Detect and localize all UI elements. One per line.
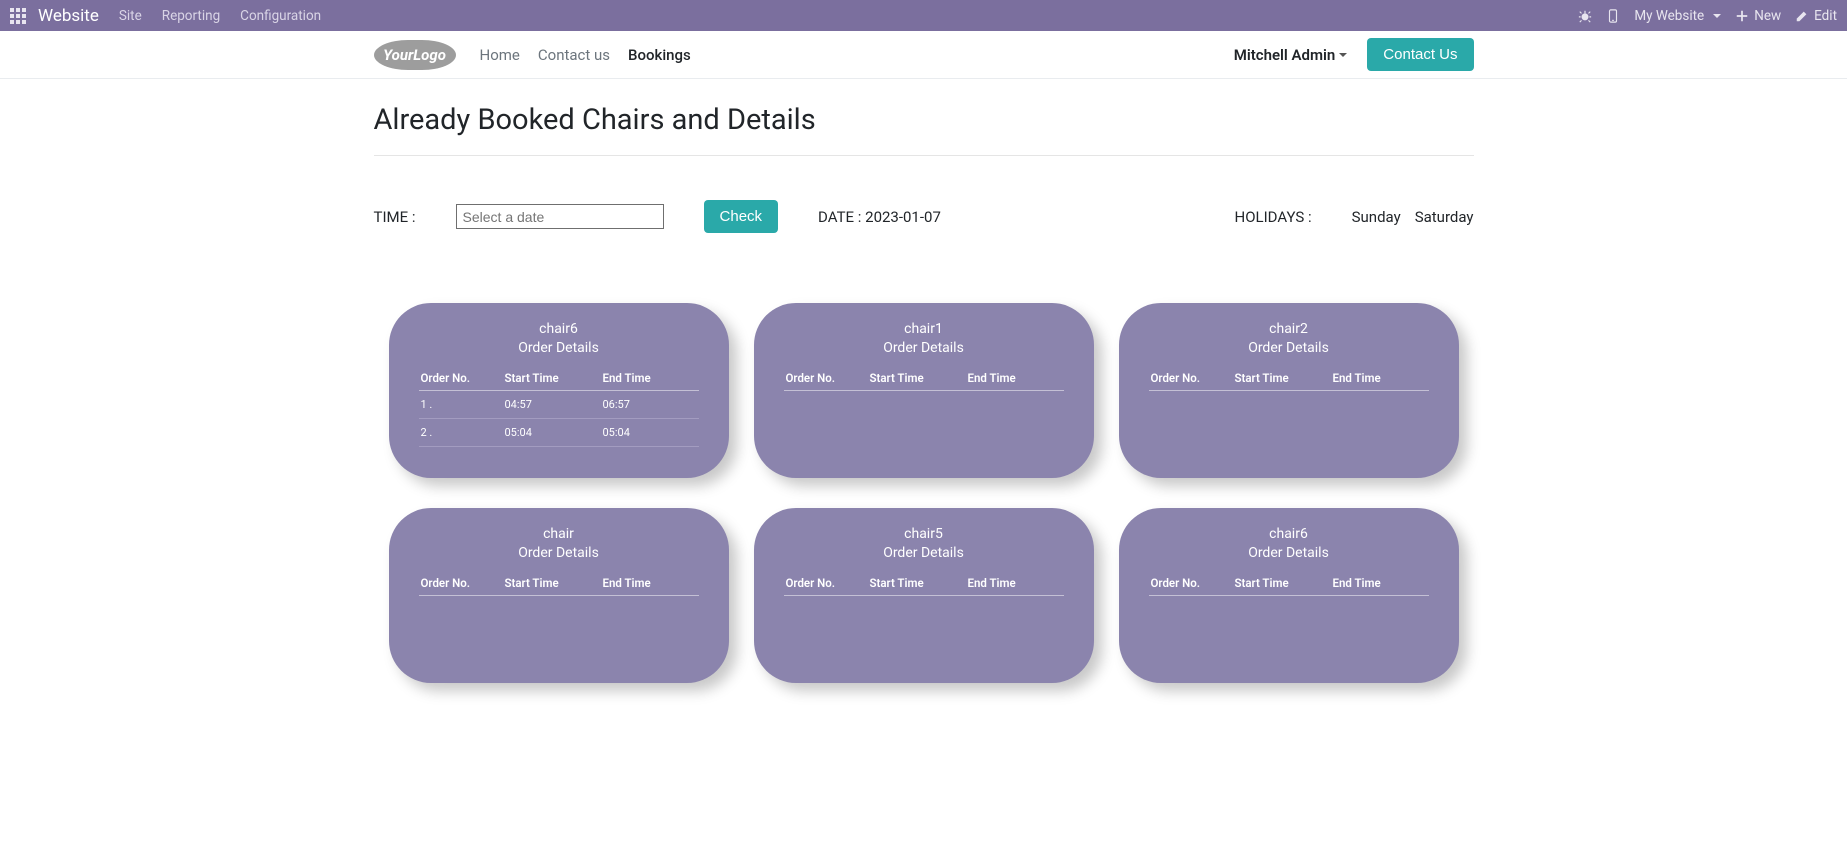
caret-down-icon	[1713, 14, 1721, 18]
chair-name: chair5	[784, 526, 1064, 542]
col-start-time: Start Time	[868, 571, 966, 596]
holiday-item: Sunday	[1352, 208, 1401, 226]
chair-name: chair6	[419, 321, 699, 337]
new-label: New	[1754, 8, 1781, 24]
col-end-time: End Time	[1331, 571, 1429, 596]
col-start-time: Start Time	[1233, 571, 1331, 596]
my-website-label: My Website	[1634, 8, 1704, 24]
order-details-label: Order Details	[1149, 545, 1429, 561]
page-content: Already Booked Chairs and Details TIME :…	[374, 79, 1474, 683]
topbar: Website Site Reporting Configuration My …	[0, 0, 1847, 31]
user-dropdown[interactable]: Mitchell Admin	[1234, 46, 1348, 64]
col-order-no: Order No.	[419, 571, 503, 596]
col-order-no: Order No.	[1149, 366, 1233, 391]
chair-card: chair Order Details Order No. Start Time…	[389, 508, 729, 683]
order-no-cell: 1 .	[419, 391, 503, 419]
col-start-time: Start Time	[503, 366, 601, 391]
filter-row: TIME : Check DATE : 2023-01-07 HOLIDAYS …	[374, 200, 1474, 233]
col-start-time: Start Time	[503, 571, 601, 596]
chair-name: chair	[419, 526, 699, 542]
col-order-no: Order No.	[419, 366, 503, 391]
contact-us-button[interactable]: Contact Us	[1367, 38, 1473, 71]
chair-name: chair6	[1149, 526, 1429, 542]
date-value: 2023-01-07	[865, 208, 941, 226]
check-button[interactable]: Check	[704, 200, 779, 233]
order-table: Order No. Start Time End Time	[1149, 571, 1429, 596]
col-end-time: End Time	[601, 366, 699, 391]
time-label: TIME :	[374, 208, 416, 226]
my-website-dropdown[interactable]: My Website	[1634, 8, 1721, 24]
date-display: DATE : 2023-01-07	[818, 208, 941, 226]
navbar: YourLogo Home Contact us Bookings Mitche…	[0, 31, 1847, 79]
cards-grid: chair6 Order Details Order No. Start Tim…	[374, 303, 1474, 683]
chair-card: chair6 Order Details Order No. Start Tim…	[1119, 508, 1459, 683]
nav-bookings[interactable]: Bookings	[628, 46, 691, 64]
holidays-label: HOLIDAYS :	[1235, 208, 1312, 226]
end-time-cell: 05:04	[601, 419, 699, 447]
app-name[interactable]: Website	[38, 6, 99, 26]
order-table: Order No. Start Time End Time	[1149, 366, 1429, 391]
menu-configuration[interactable]: Configuration	[240, 8, 321, 24]
start-time-cell: 05:04	[503, 419, 601, 447]
col-end-time: End Time	[966, 366, 1064, 391]
menu-site[interactable]: Site	[119, 8, 142, 24]
logo-text: YourLogo	[383, 46, 446, 64]
col-order-no: Order No.	[784, 366, 868, 391]
user-name: Mitchell Admin	[1234, 46, 1336, 64]
col-end-time: End Time	[601, 571, 699, 596]
table-row: 1 . 04:57 06:57	[419, 391, 699, 419]
nav-home[interactable]: Home	[480, 46, 520, 64]
edit-label: Edit	[1814, 8, 1837, 24]
chair-card: chair2 Order Details Order No. Start Tim…	[1119, 303, 1459, 478]
order-table: Order No. Start Time End Time	[784, 366, 1064, 391]
menu-reporting[interactable]: Reporting	[162, 8, 220, 24]
bug-icon[interactable]	[1578, 9, 1592, 23]
order-details-label: Order Details	[784, 340, 1064, 356]
edit-button[interactable]: Edit	[1795, 8, 1837, 24]
order-table: Order No. Start Time End Time 1 . 04:57 …	[419, 366, 699, 447]
page-title: Already Booked Chairs and Details	[374, 103, 1474, 156]
col-end-time: End Time	[966, 571, 1064, 596]
nav-contact-us[interactable]: Contact us	[538, 46, 610, 64]
col-start-time: Start Time	[1233, 366, 1331, 391]
chair-card: chair1 Order Details Order No. Start Tim…	[754, 303, 1094, 478]
chair-name: chair2	[1149, 321, 1429, 337]
new-button[interactable]: New	[1735, 8, 1781, 24]
order-table: Order No. Start Time End Time	[419, 571, 699, 596]
table-row: 2 . 05:04 05:04	[419, 419, 699, 447]
logo[interactable]: YourLogo	[374, 40, 456, 70]
order-details-label: Order Details	[419, 340, 699, 356]
date-input[interactable]	[456, 204, 664, 229]
col-start-time: Start Time	[868, 366, 966, 391]
apps-grid-icon[interactable]	[10, 8, 26, 24]
holidays-list: Sunday Saturday	[1352, 208, 1474, 226]
order-details-label: Order Details	[784, 545, 1064, 561]
chair-name: chair1	[784, 321, 1064, 337]
end-time-cell: 06:57	[601, 391, 699, 419]
date-label: DATE :	[818, 208, 865, 226]
start-time-cell: 04:57	[503, 391, 601, 419]
col-end-time: End Time	[1331, 366, 1429, 391]
col-order-no: Order No.	[784, 571, 868, 596]
chair-card: chair6 Order Details Order No. Start Tim…	[389, 303, 729, 478]
order-details-label: Order Details	[1149, 340, 1429, 356]
chair-card: chair5 Order Details Order No. Start Tim…	[754, 508, 1094, 683]
holiday-item: Saturday	[1415, 208, 1474, 226]
mobile-icon[interactable]	[1606, 9, 1620, 23]
col-order-no: Order No.	[1149, 571, 1233, 596]
caret-down-icon	[1339, 53, 1347, 57]
order-details-label: Order Details	[419, 545, 699, 561]
order-table: Order No. Start Time End Time	[784, 571, 1064, 596]
order-no-cell: 2 .	[419, 419, 503, 447]
